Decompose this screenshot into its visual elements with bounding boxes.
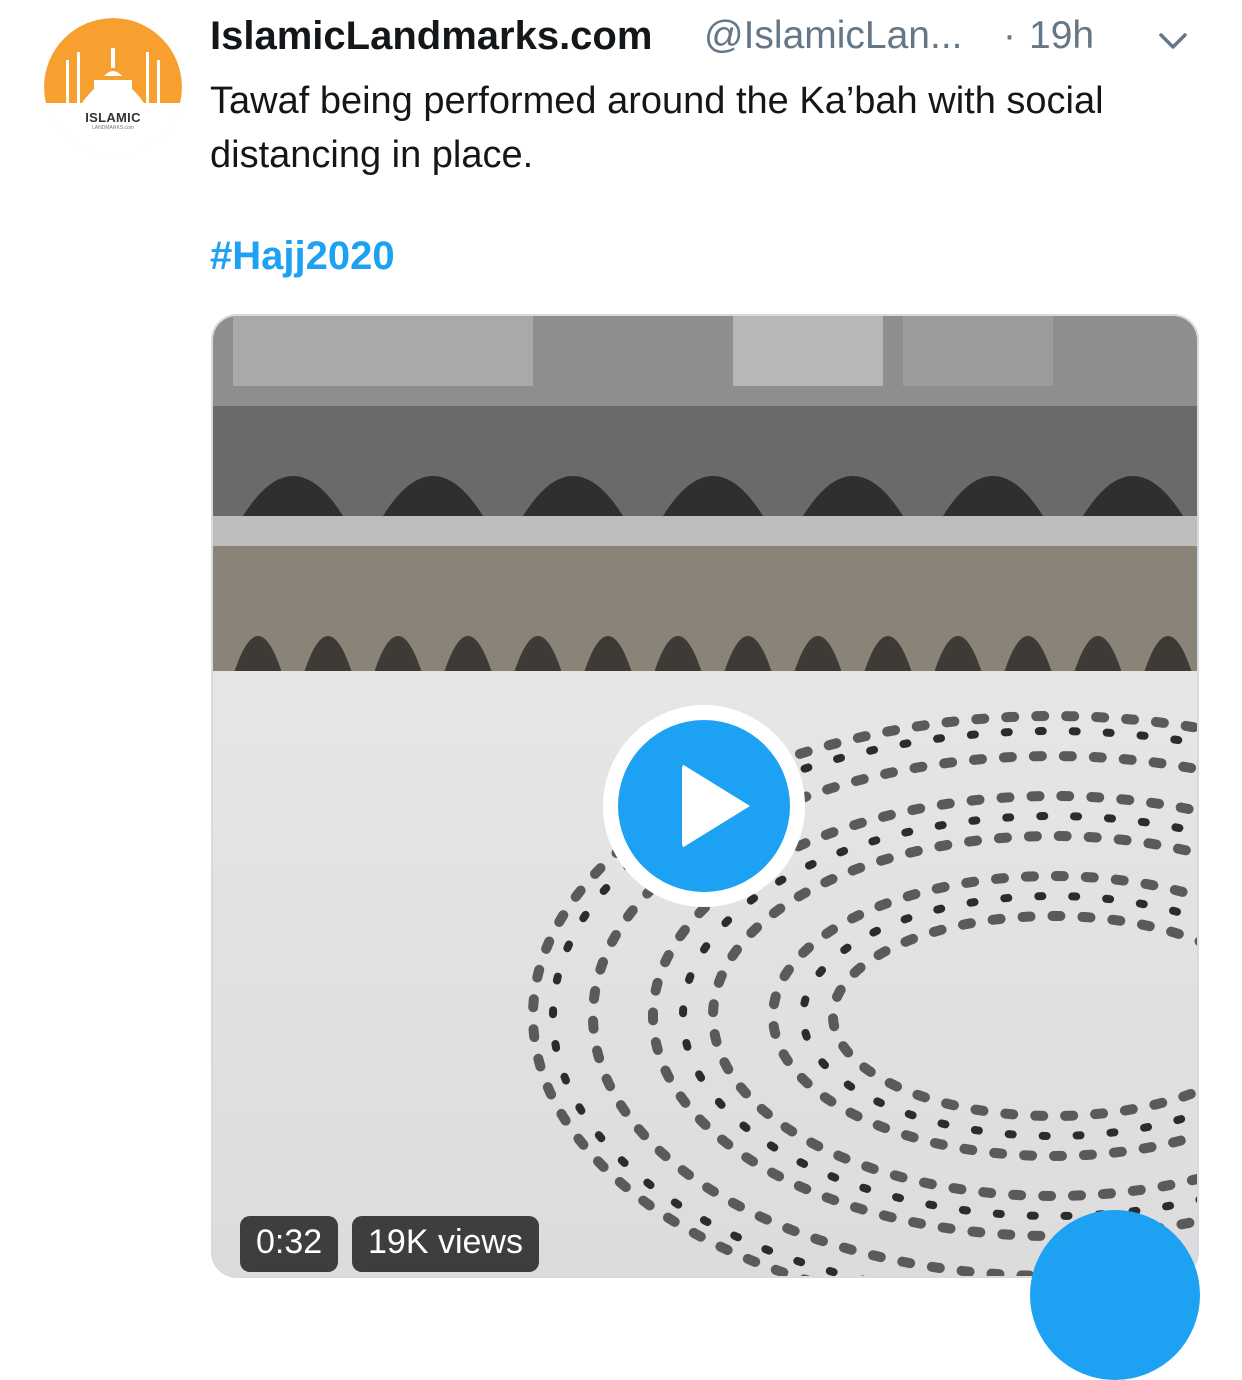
avatar-brand-name: ISLAMIC <box>85 110 141 125</box>
avatar-brand-sub: LANDMARKS.com <box>92 125 134 131</box>
tweet-timestamp[interactable]: 19h <box>1029 14 1094 58</box>
play-icon <box>682 764 750 848</box>
video-duration-badge: 0:32 <box>240 1216 339 1272</box>
video-thumbnail[interactable] <box>211 314 1199 1278</box>
avatar[interactable]: ISLAMIC LANDMARKS.com <box>44 18 182 156</box>
tweet-text: Tawaf being performed around the Ka’bah … <box>210 80 1104 176</box>
user-handle[interactable]: @IslamicLan... <box>704 14 963 58</box>
hashtag-link[interactable]: #Hajj2020 <box>210 234 395 279</box>
play-button[interactable] <box>603 705 805 907</box>
chevron-down-icon[interactable] <box>1155 26 1191 56</box>
display-name[interactable]: IslamicLandmarks.com <box>210 14 652 59</box>
video-views-badge: 19K views <box>352 1216 539 1272</box>
mosque-logo-icon <box>44 18 182 156</box>
tweet-header: IslamicLandmarks.com @IslamicLan... · 19… <box>210 14 1210 64</box>
separator-dot: · <box>1003 14 1016 57</box>
compose-tweet-button[interactable] <box>1030 1210 1200 1380</box>
play-button-circle <box>618 720 790 892</box>
